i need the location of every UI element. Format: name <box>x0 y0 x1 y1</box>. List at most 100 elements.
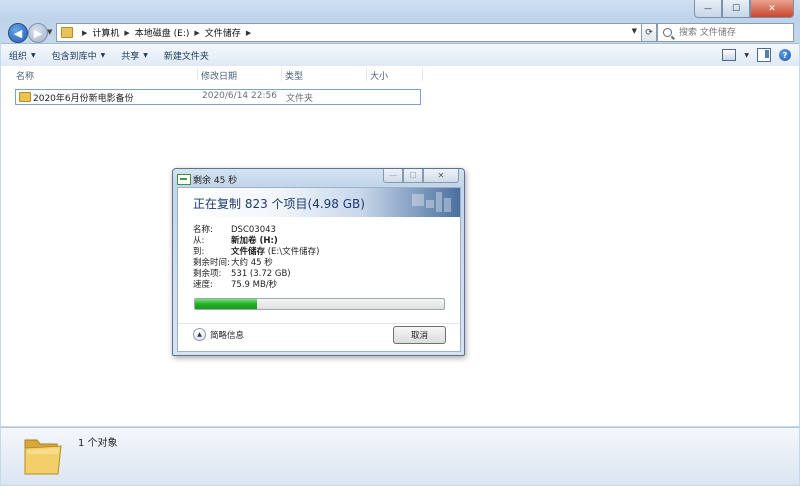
dialog-minimize-button[interactable]: — <box>383 169 403 183</box>
detail-row: 名称: DSC03043 <box>193 225 453 236</box>
file-date: 2020/6/14 22:56 <box>202 91 277 101</box>
preview-pane-icon[interactable] <box>757 48 771 62</box>
breadcrumb-separator-icon[interactable]: ▶ <box>124 29 129 37</box>
speed-value: 75.9 MB/秒 <box>231 280 278 290</box>
window-caption-buttons: — ☐ ✕ <box>694 0 794 18</box>
breadcrumb-drive-e[interactable]: 本地磁盘 (E:) <box>135 26 190 39</box>
breadcrumb-computer[interactable]: 计算机 <box>92 26 119 39</box>
column-divider[interactable] <box>422 68 423 81</box>
breadcrumb-separator-icon[interactable]: ▶ <box>194 29 199 37</box>
folder-icon <box>61 27 73 38</box>
divider <box>178 323 460 324</box>
to-label: 到: <box>193 247 205 257</box>
column-divider[interactable] <box>366 68 367 81</box>
breadcrumb-file-storage[interactable]: 文件储存 <box>205 26 241 39</box>
detail-row: 剩余项: 531 (3.72 GB) <box>193 269 453 280</box>
detail-row: 从: 新加卷 (H:) <box>193 236 453 247</box>
column-header-date[interactable]: 修改日期 <box>201 69 237 82</box>
close-button[interactable]: ✕ <box>750 0 794 18</box>
dialog-banner: 正在复制 823 个项目(4.98 GB) <box>178 188 460 217</box>
chevron-down-icon: ▼ <box>31 51 36 59</box>
column-headers: 名称 修改日期 类型 大小 <box>1 66 431 83</box>
search-input[interactable] <box>677 26 791 39</box>
detail-row: 剩余时间: 大约 45 秒 <box>193 258 453 269</box>
column-header-type[interactable]: 类型 <box>285 69 303 82</box>
organize-menu[interactable]: 组织 ▼ <box>1 44 44 66</box>
change-view-icon[interactable] <box>722 49 737 61</box>
copy-details: 名称: DSC03043 从: 新加卷 (H:) 到: 文件储存 (E:\文件储… <box>193 225 453 291</box>
fewer-details-button[interactable]: ▲ 简略信息 <box>193 328 244 341</box>
refresh-icon: ⟳ <box>645 27 653 38</box>
view-options-dropdown-icon[interactable]: ▼ <box>744 52 749 59</box>
name-value: DSC03043 <box>231 225 276 235</box>
to-value: 文件储存 (E:\文件储存) <box>231 247 319 258</box>
to-path: (E:\文件储存) <box>265 247 320 257</box>
maximize-icon: ☐ <box>731 3 741 14</box>
column-divider[interactable] <box>197 68 198 81</box>
new-folder-button[interactable]: 新建文件夹 <box>156 44 217 66</box>
chevron-down-icon: ▼ <box>100 51 106 59</box>
maximize-button[interactable]: ☐ <box>722 0 750 18</box>
minimize-icon: — <box>389 171 397 180</box>
share-label: 共享 <box>121 51 140 62</box>
column-header-size[interactable]: 大小 <box>370 69 388 82</box>
name-label: 名称: <box>193 225 213 235</box>
detail-row: 速度: 75.9 MB/秒 <box>193 280 453 291</box>
dialog-close-button[interactable]: ✕ <box>423 169 459 183</box>
column-divider[interactable] <box>281 68 282 81</box>
new-folder-label: 新建文件夹 <box>163 51 209 62</box>
minimize-button[interactable]: — <box>694 0 722 18</box>
include-in-library-menu[interactable]: 包含到库中 ▼ <box>44 44 114 66</box>
toolbar-right-group: ▼ ? <box>722 48 791 62</box>
copy-headline: 正在复制 823 个项目(4.98 GB) <box>193 197 365 211</box>
maximize-icon: ☐ <box>409 171 417 180</box>
from-drive-link[interactable]: 新加卷 (H:) <box>231 236 278 246</box>
banner-decoration <box>412 192 452 214</box>
to-folder-link[interactable]: 文件储存 <box>231 247 265 257</box>
file-row[interactable]: 2020年6月份新电影备份 2020/6/14 22:56 文件夹 <box>15 89 421 105</box>
refresh-button[interactable]: ⟳ <box>641 23 657 42</box>
file-name: 2020年6月份新电影备份 <box>33 94 134 104</box>
share-menu[interactable]: 共享 ▼ <box>113 44 156 66</box>
include-in-library-label: 包含到库中 <box>51 51 97 62</box>
from-value: 新加卷 (H:) <box>231 236 278 247</box>
items-remaining-value: 531 (3.72 GB) <box>231 269 291 279</box>
column-header-name[interactable]: 名称 <box>16 69 34 82</box>
dialog-title: 剩余 45 秒 <box>193 176 238 186</box>
recent-pages-dropdown[interactable]: ▼ <box>47 28 52 36</box>
copy-progress-dialog: 剩余 45 秒 — ☐ ✕ 正在复制 823 个项目(4.98 GB) 名称: … <box>172 168 465 356</box>
search-box[interactable] <box>657 23 794 42</box>
dialog-maximize-button[interactable]: ☐ <box>403 169 423 183</box>
cancel-label: 取消 <box>410 331 428 341</box>
speed-label: 速度: <box>193 280 213 290</box>
copy-icon <box>177 174 191 185</box>
folder-icon <box>19 92 31 102</box>
address-dropdown-icon[interactable]: ▼ <box>632 27 637 35</box>
items-remaining-label: 剩余项: <box>193 269 222 279</box>
file-type: 文件夹 <box>286 94 314 104</box>
command-bar: 组织 ▼ 包含到库中 ▼ 共享 ▼ 新建文件夹 ▼ ? <box>1 43 799 67</box>
chevron-down-icon: ▼ <box>47 28 53 36</box>
details-pane: 1 个对象 <box>1 427 799 485</box>
fewer-details-label: 简略信息 <box>210 330 245 341</box>
search-icon <box>663 28 672 37</box>
help-icon[interactable]: ? <box>779 49 791 61</box>
chevron-up-icon: ▲ <box>193 328 206 341</box>
close-icon: ✕ <box>768 3 776 14</box>
breadcrumb-separator-icon[interactable]: ▶ <box>246 29 251 37</box>
copy-progress-bar <box>194 298 445 310</box>
back-button[interactable]: ◀ <box>8 23 28 43</box>
dialog-caption-buttons: — ☐ ✕ <box>383 169 459 183</box>
address-bar[interactable]: ▶ 计算机 ▶ 本地磁盘 (E:) ▶ 文件储存 ▶ ▼ <box>56 23 642 42</box>
time-remaining-label: 剩余时间: <box>193 258 230 268</box>
cancel-button[interactable]: 取消 <box>393 326 446 344</box>
chevron-down-icon: ▼ <box>143 51 148 59</box>
forward-button[interactable]: ▶ <box>28 23 48 43</box>
breadcrumb-separator-icon[interactable]: ▶ <box>82 29 87 37</box>
progress-fill <box>195 299 258 309</box>
arrow-right-icon: ▶ <box>33 26 43 40</box>
arrow-left-icon: ◀ <box>13 26 23 40</box>
time-remaining-value: 大约 45 秒 <box>231 258 273 268</box>
minimize-icon: — <box>704 4 712 13</box>
explorer-window: — ☐ ✕ ◀ ▶ ▼ ▶ 计算机 ▶ 本地磁盘 (E:) ▶ 文件储存 ▶ ▼… <box>0 0 800 486</box>
